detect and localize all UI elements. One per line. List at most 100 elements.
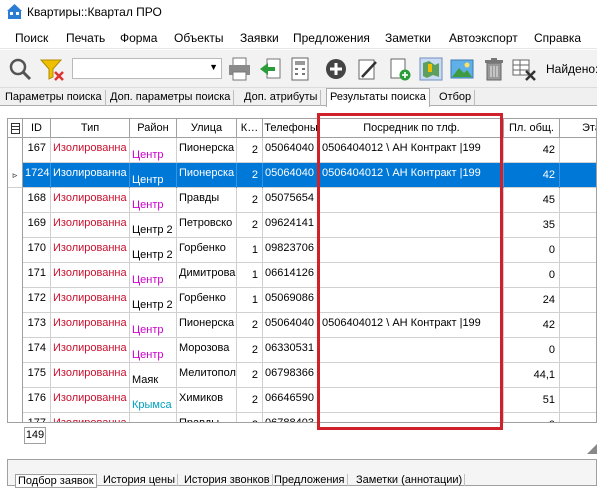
- cell-floor[interactable]: [560, 238, 596, 263]
- cell-rooms[interactable]: 2: [237, 338, 263, 363]
- header-street[interactable]: Улица: [177, 119, 237, 138]
- cell-agent[interactable]: [320, 188, 504, 213]
- row-indicator[interactable]: [8, 213, 23, 238]
- cell-id[interactable]: 177: [23, 413, 51, 422]
- menu-search[interactable]: Поиск: [15, 31, 48, 45]
- print-icon[interactable]: [226, 55, 254, 83]
- table-row[interactable]: 168 Изолированна Центр Правды 2 05075654 45: [8, 188, 596, 213]
- cell-street[interactable]: Горбенко: [177, 288, 237, 313]
- calculator-icon[interactable]: [286, 55, 314, 83]
- cell-rooms[interactable]: 1: [237, 288, 263, 313]
- cell-rooms[interactable]: 2: [237, 163, 263, 188]
- cell-type[interactable]: Изолированна: [51, 188, 130, 213]
- row-pointer-icon[interactable]: ▹: [8, 163, 23, 188]
- cell-rooms[interactable]: 2: [237, 313, 263, 338]
- menu-offers[interactable]: Предложения: [293, 31, 370, 45]
- table-row[interactable]: ▹ 1724 Изолированна Центр Пионерска 2 05064040…: [8, 163, 596, 188]
- filter-clear-icon[interactable]: [38, 55, 66, 83]
- tab-selection[interactable]: Отбор: [436, 90, 476, 106]
- chevron-down-icon[interactable]: ▼: [209, 62, 218, 72]
- cell-type[interactable]: Изолированна: [51, 413, 130, 422]
- cell-agent[interactable]: [320, 388, 504, 413]
- table-row[interactable]: 171 Изолированна Центр Димитрова 1 06614126 0: [8, 263, 596, 288]
- cell-area[interactable]: 0: [504, 338, 560, 363]
- menu-autoexport[interactable]: Автоэкспорт: [449, 31, 518, 45]
- cell-floor[interactable]: [560, 363, 596, 388]
- cell-floor[interactable]: [560, 263, 596, 288]
- cell-phone[interactable]: 06614126: [263, 263, 320, 288]
- table-row[interactable]: 177ИзолированнаЦентрПравды206788403 0: [8, 413, 596, 422]
- cell-id[interactable]: 167: [23, 138, 51, 163]
- row-indicator[interactable]: [8, 138, 23, 163]
- search-icon[interactable]: [6, 55, 34, 83]
- cell-id[interactable]: 172: [23, 288, 51, 313]
- cell-agent[interactable]: [320, 413, 504, 422]
- tab-price-history[interactable]: История цены: [101, 474, 178, 486]
- cell-rooms[interactable]: 2: [237, 363, 263, 388]
- cell-area[interactable]: 0: [504, 413, 560, 422]
- cell-agent[interactable]: [320, 288, 504, 313]
- cell-district[interactable]: Центр: [130, 138, 177, 163]
- menu-objects[interactable]: Объекты: [174, 31, 224, 45]
- cell-phone[interactable]: 09823706: [263, 238, 320, 263]
- tab-extra-attributes[interactable]: Доп. атрибуты: [241, 90, 322, 106]
- table-row[interactable]: 167 Изолированна Центр Пионерска 2 05064040 05…: [8, 138, 596, 163]
- cell-agent[interactable]: 0506404012 \ АН Контракт |199: [320, 138, 504, 163]
- cell-street[interactable]: Петровско: [177, 213, 237, 238]
- add-icon[interactable]: [322, 55, 350, 83]
- cell-rooms[interactable]: 1: [237, 238, 263, 263]
- cell-id[interactable]: 170: [23, 238, 51, 263]
- row-indicator[interactable]: [8, 288, 23, 313]
- cell-area[interactable]: 0: [504, 263, 560, 288]
- cell-floor[interactable]: [560, 288, 596, 313]
- cell-floor[interactable]: [560, 163, 596, 188]
- row-indicator[interactable]: [8, 388, 23, 413]
- header-district[interactable]: Район: [130, 119, 177, 138]
- header-phones[interactable]: Телефоны: [263, 119, 320, 138]
- cell-street[interactable]: Химиков: [177, 388, 237, 413]
- table-row[interactable]: 175 Изолированна Маяк Мелитопол 2 06798366 44,…: [8, 363, 596, 388]
- cell-type[interactable]: Изолированна: [51, 138, 130, 163]
- cell-street[interactable]: Пионерска: [177, 163, 237, 188]
- cell-agent[interactable]: [320, 238, 504, 263]
- cell-phone[interactable]: 05069086: [263, 288, 320, 313]
- cell-id[interactable]: 173: [23, 313, 51, 338]
- cell-phone[interactable]: 09624141: [263, 213, 320, 238]
- cell-street[interactable]: Пионерска: [177, 313, 237, 338]
- cell-agent[interactable]: 0506404012 \ АН Контракт |199: [320, 163, 504, 188]
- cell-agent[interactable]: 0506404012 \ АН Контракт |199: [320, 313, 504, 338]
- cell-floor[interactable]: [560, 313, 596, 338]
- cell-floor[interactable]: [560, 138, 596, 163]
- cell-agent[interactable]: [320, 263, 504, 288]
- cell-area[interactable]: 42: [504, 163, 560, 188]
- header-floor[interactable]: Этаж: [560, 119, 596, 138]
- column-chooser-icon[interactable]: [8, 119, 23, 138]
- cell-agent[interactable]: [320, 213, 504, 238]
- row-indicator[interactable]: [8, 363, 23, 388]
- table-row[interactable]: 173 Изолированна Центр Пионерска 2 05064040 05…: [8, 313, 596, 338]
- cell-district[interactable]: Центр: [130, 163, 177, 188]
- cell-area[interactable]: 0: [504, 238, 560, 263]
- menu-notes[interactable]: Заметки: [385, 31, 431, 45]
- cell-street[interactable]: Правды: [177, 188, 237, 213]
- cell-floor[interactable]: [560, 388, 596, 413]
- header-type[interactable]: Тип: [51, 119, 130, 138]
- cell-phone[interactable]: 06788403: [263, 413, 320, 422]
- menu-help[interactable]: Справка: [534, 31, 581, 45]
- cell-phone[interactable]: 05064040: [263, 138, 320, 163]
- cell-rooms[interactable]: 2: [237, 188, 263, 213]
- cell-district[interactable]: Центр: [130, 338, 177, 363]
- delete-icon[interactable]: [480, 55, 508, 83]
- image-icon[interactable]: [448, 55, 476, 83]
- tab-bottom-offers[interactable]: Предложения: [272, 474, 348, 486]
- header-agent[interactable]: Посредник по тлф.: [320, 119, 504, 138]
- cell-id[interactable]: 175: [23, 363, 51, 388]
- cell-rooms[interactable]: 2: [237, 413, 263, 422]
- cell-phone[interactable]: 06646590: [263, 388, 320, 413]
- cell-district[interactable]: Центр 2: [130, 238, 177, 263]
- cell-street[interactable]: Мелитопол: [177, 363, 237, 388]
- cell-area[interactable]: 45: [504, 188, 560, 213]
- cell-id[interactable]: 169: [23, 213, 51, 238]
- menu-form[interactable]: Форма: [120, 31, 157, 45]
- table-row[interactable]: 174 Изолированна Центр Морозова 2 06330531 0: [8, 338, 596, 363]
